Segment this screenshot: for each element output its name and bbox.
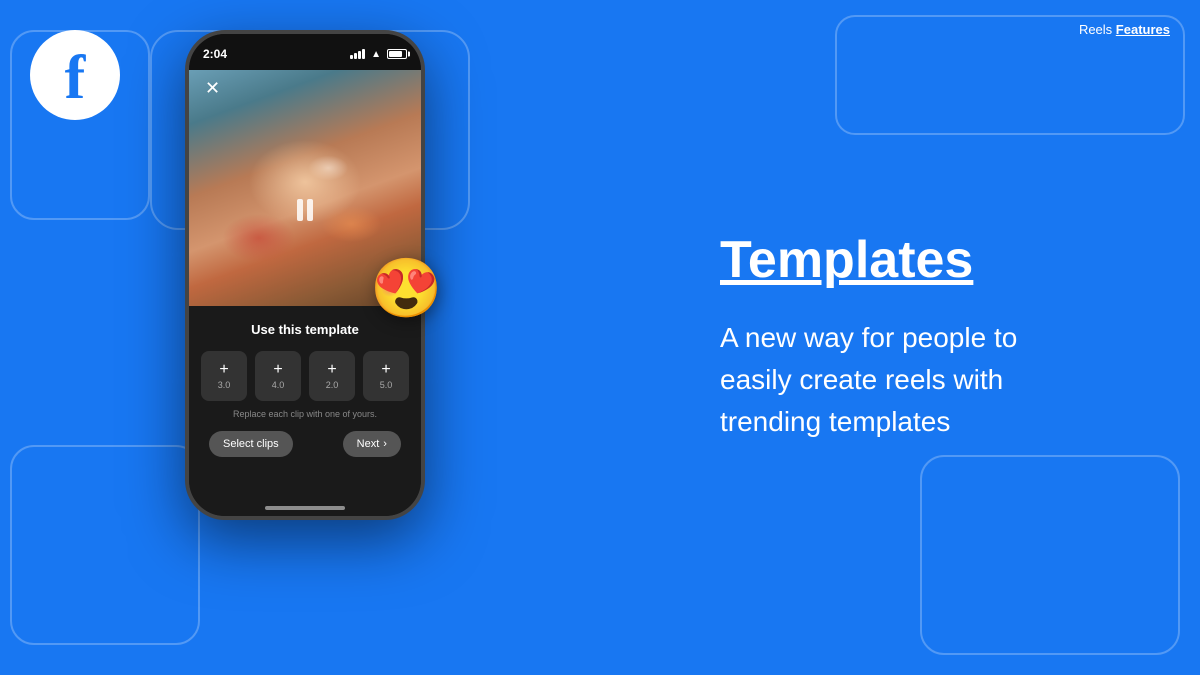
bg-decoration-3 [10, 445, 200, 645]
clip-plus-2: + [273, 362, 282, 378]
clip-slot-2[interactable]: + 4.0 [255, 351, 301, 401]
signal-icon [350, 49, 365, 59]
clip-slot-1[interactable]: + 3.0 [201, 351, 247, 401]
status-bar: 2:04 ▲ [189, 34, 421, 70]
home-indicator [265, 506, 345, 510]
facebook-logo: f [30, 30, 120, 120]
header-label: Reels Features [1079, 22, 1170, 37]
clip-slots-container: + 3.0 + 4.0 + 2.0 + 5.0 [201, 351, 409, 401]
clip-time-1: 3.0 [218, 380, 231, 390]
wifi-icon: ▲ [371, 49, 381, 60]
clip-plus-3: + [327, 362, 336, 378]
replace-clip-text: Replace each clip with one of yours. [233, 409, 377, 419]
close-button[interactable]: ✕ [205, 78, 220, 99]
chevron-right-icon: › [383, 438, 387, 450]
heart-eyes-emoji: 😍 [370, 255, 442, 323]
right-content-section: Templates A new way for people to easily… [640, 0, 1200, 675]
clip-time-4: 5.0 [380, 380, 393, 390]
pause-icon [297, 199, 313, 221]
feature-title: Templates [720, 232, 973, 289]
reels-label: Reels [1079, 22, 1116, 37]
phone-time: 2:04 [203, 47, 227, 61]
action-buttons: Select clips Next › [209, 431, 401, 457]
clip-time-2: 4.0 [272, 380, 285, 390]
battery-icon [387, 49, 407, 59]
status-icons: ▲ [350, 49, 407, 60]
facebook-f-letter: f [65, 47, 86, 109]
select-clips-button[interactable]: Select clips [209, 431, 293, 457]
clip-time-3: 2.0 [326, 380, 339, 390]
clip-plus-4: + [381, 362, 390, 378]
clip-slot-4[interactable]: + 5.0 [363, 351, 409, 401]
clip-plus-1: + [219, 362, 228, 378]
clip-slot-3[interactable]: + 2.0 [309, 351, 355, 401]
features-label: Features [1116, 22, 1170, 37]
next-label: Next [357, 438, 380, 450]
feature-description: A new way for people to easily create re… [720, 317, 1040, 443]
next-button[interactable]: Next › [343, 431, 401, 457]
